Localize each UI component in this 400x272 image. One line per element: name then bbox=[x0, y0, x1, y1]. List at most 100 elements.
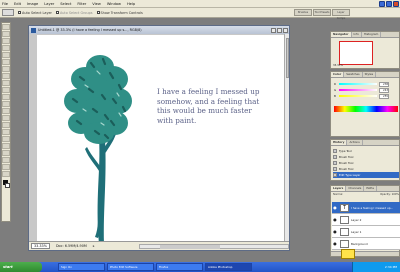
tab-paths[interactable]: Paths bbox=[364, 186, 377, 191]
stamp-tool-icon[interactable] bbox=[2, 80, 10, 86]
vertical-scrollbar[interactable] bbox=[284, 34, 289, 243]
tab-histogram[interactable]: Histogram bbox=[362, 32, 382, 37]
color-tabs: Color Swatches Styles bbox=[331, 72, 399, 78]
healing-tool-icon[interactable] bbox=[2, 66, 10, 72]
start-button[interactable]: start bbox=[0, 262, 42, 272]
hand-tool-icon[interactable] bbox=[2, 164, 10, 170]
document-canvas[interactable]: I have a feeling I messed up somehow, an… bbox=[37, 35, 287, 244]
menu-edit[interactable]: Edit bbox=[14, 2, 21, 6]
tab-color[interactable]: Color bbox=[331, 72, 345, 77]
horizontal-scrollbar[interactable] bbox=[139, 243, 289, 249]
tab-layers[interactable]: Layers bbox=[331, 186, 347, 191]
brush-tool-icon[interactable] bbox=[2, 73, 10, 79]
menu-window[interactable]: Window bbox=[107, 2, 121, 6]
taskbar-item-firefox[interactable]: Firefox bbox=[156, 263, 203, 271]
taskbar-item-photoshop[interactable]: Adobe Photoshop bbox=[205, 263, 252, 271]
dodge-tool-icon[interactable] bbox=[2, 115, 10, 121]
type-tool-icon[interactable] bbox=[2, 129, 10, 135]
tab-channels[interactable]: Channels bbox=[346, 186, 365, 191]
blue-slider[interactable] bbox=[339, 95, 377, 97]
show-transform-option[interactable]: Show Transform Controls bbox=[96, 11, 143, 15]
horizontal-scroll-thumb[interactable] bbox=[160, 244, 220, 249]
navigator-zoom-field[interactable]: 33.33% bbox=[333, 64, 343, 67]
menu-view[interactable]: View bbox=[92, 2, 101, 6]
panel-dock: Navigator Info Histogram 33.33% Color Sw… bbox=[330, 27, 400, 259]
tab-swatches[interactable]: Swatches bbox=[344, 72, 363, 77]
close-button[interactable] bbox=[393, 1, 399, 7]
doc-minimize-button[interactable] bbox=[271, 27, 276, 33]
menu-select[interactable]: Select bbox=[60, 2, 71, 6]
auto-select-option[interactable]: Auto Select Layer bbox=[18, 11, 52, 15]
navigator-preview[interactable] bbox=[339, 41, 373, 65]
opacity-field[interactable]: Opacity: 100% bbox=[380, 193, 399, 196]
minimize-button[interactable] bbox=[379, 1, 385, 7]
history-panel: History Actions Type Tool Brush Tool Bru… bbox=[330, 139, 400, 181]
tab-navigator[interactable]: Navigator bbox=[331, 32, 352, 37]
shape-tool-icon[interactable] bbox=[2, 143, 10, 149]
auto-select-groups-option[interactable]: Auto Select Groups bbox=[55, 11, 93, 15]
tab-styles[interactable]: Styles bbox=[363, 72, 377, 77]
zoom-level-field[interactable]: 33.33% bbox=[31, 243, 50, 249]
menu-filter[interactable]: Filter bbox=[77, 2, 86, 6]
color-row-b: B 255 bbox=[334, 93, 398, 99]
slice-tool-icon[interactable] bbox=[2, 59, 10, 65]
canvas-text-layer[interactable]: I have a feeling I messed up somehow, an… bbox=[157, 87, 287, 125]
menu-image[interactable]: Image bbox=[27, 2, 38, 6]
green-value-field[interactable]: 243 bbox=[379, 87, 389, 93]
auto-select-groups-checkbox[interactable] bbox=[55, 11, 59, 14]
doc-close-button[interactable] bbox=[283, 27, 288, 33]
taskbar-item-photo-edit[interactable]: Photo Edit Software bbox=[107, 263, 154, 271]
layer-row[interactable]: ● Layer 1 bbox=[332, 226, 400, 238]
background-color-swatch[interactable] bbox=[5, 183, 10, 188]
crop-tool-icon[interactable] bbox=[2, 52, 10, 58]
gradient-tool-icon[interactable] bbox=[2, 101, 10, 107]
green-slider[interactable] bbox=[339, 89, 377, 91]
color-spectrum-bar[interactable] bbox=[334, 106, 398, 112]
marquee-tool-icon[interactable] bbox=[2, 31, 10, 37]
history-brush-tool-icon[interactable] bbox=[2, 87, 10, 93]
magic-wand-tool-icon[interactable] bbox=[2, 45, 10, 51]
tab-history[interactable]: History bbox=[331, 140, 348, 145]
tool-preset-picker[interactable] bbox=[2, 9, 14, 16]
status-menu-arrow-icon[interactable]: ▸ bbox=[93, 244, 95, 248]
visibility-eye-icon[interactable]: ● bbox=[332, 229, 338, 234]
pen-tool-icon[interactable] bbox=[2, 136, 10, 142]
eraser-tool-icon[interactable] bbox=[2, 94, 10, 100]
tab-info[interactable]: Info bbox=[352, 32, 362, 37]
show-transform-checkbox[interactable] bbox=[96, 11, 100, 14]
menu-help[interactable]: Help bbox=[127, 2, 135, 6]
red-value-field[interactable]: 238 bbox=[379, 81, 389, 87]
visibility-eye-icon[interactable]: ● bbox=[332, 205, 338, 210]
document-title-bar[interactable]: Untitled-1 @ 33.3% (I have a feeling I m… bbox=[29, 26, 289, 34]
visibility-eye-icon[interactable]: ● bbox=[332, 241, 338, 246]
auto-select-checkbox[interactable] bbox=[18, 11, 21, 14]
path-select-tool-icon[interactable] bbox=[2, 122, 10, 128]
lasso-tool-icon[interactable] bbox=[2, 38, 10, 44]
blend-mode-select[interactable]: Normal bbox=[333, 193, 342, 196]
menu-file[interactable]: File bbox=[2, 2, 8, 6]
palette-tab-tool-presets[interactable]: Tool Presets bbox=[313, 9, 331, 16]
layer-name: Layer 2 bbox=[351, 217, 362, 222]
maximize-button[interactable] bbox=[386, 1, 392, 7]
history-item-current[interactable]: Edit Type Layer bbox=[333, 172, 399, 178]
doc-maximize-button[interactable] bbox=[277, 27, 282, 33]
taskbar-clock[interactable]: 2:34 PM bbox=[385, 265, 397, 269]
color-label-b: B bbox=[334, 94, 336, 98]
taskbar-item-sign-on[interactable]: Sign On bbox=[58, 263, 105, 271]
move-tool-icon[interactable] bbox=[2, 24, 10, 30]
vertical-scroll-thumb[interactable] bbox=[285, 38, 289, 78]
blue-value-field[interactable]: 255 bbox=[379, 93, 389, 99]
blur-tool-icon[interactable] bbox=[2, 108, 10, 114]
eyedropper-tool-icon[interactable] bbox=[2, 157, 10, 163]
zoom-tool-icon[interactable] bbox=[2, 171, 10, 177]
layer-row[interactable]: ● Layer 2 bbox=[332, 214, 400, 226]
menu-layer[interactable]: Layer bbox=[44, 2, 54, 6]
tab-actions[interactable]: Actions bbox=[347, 140, 363, 145]
sticky-note-icon[interactable] bbox=[341, 249, 355, 259]
layer-row-text[interactable]: ● T I have a feeling I messed up... bbox=[332, 202, 400, 214]
red-slider[interactable] bbox=[339, 83, 377, 85]
palette-tab-brushes[interactable]: Brushes bbox=[294, 9, 312, 16]
palette-tab-layer-comps[interactable]: Layer Comps bbox=[332, 9, 350, 20]
notes-tool-icon[interactable] bbox=[2, 150, 10, 156]
visibility-eye-icon[interactable]: ● bbox=[332, 217, 338, 222]
